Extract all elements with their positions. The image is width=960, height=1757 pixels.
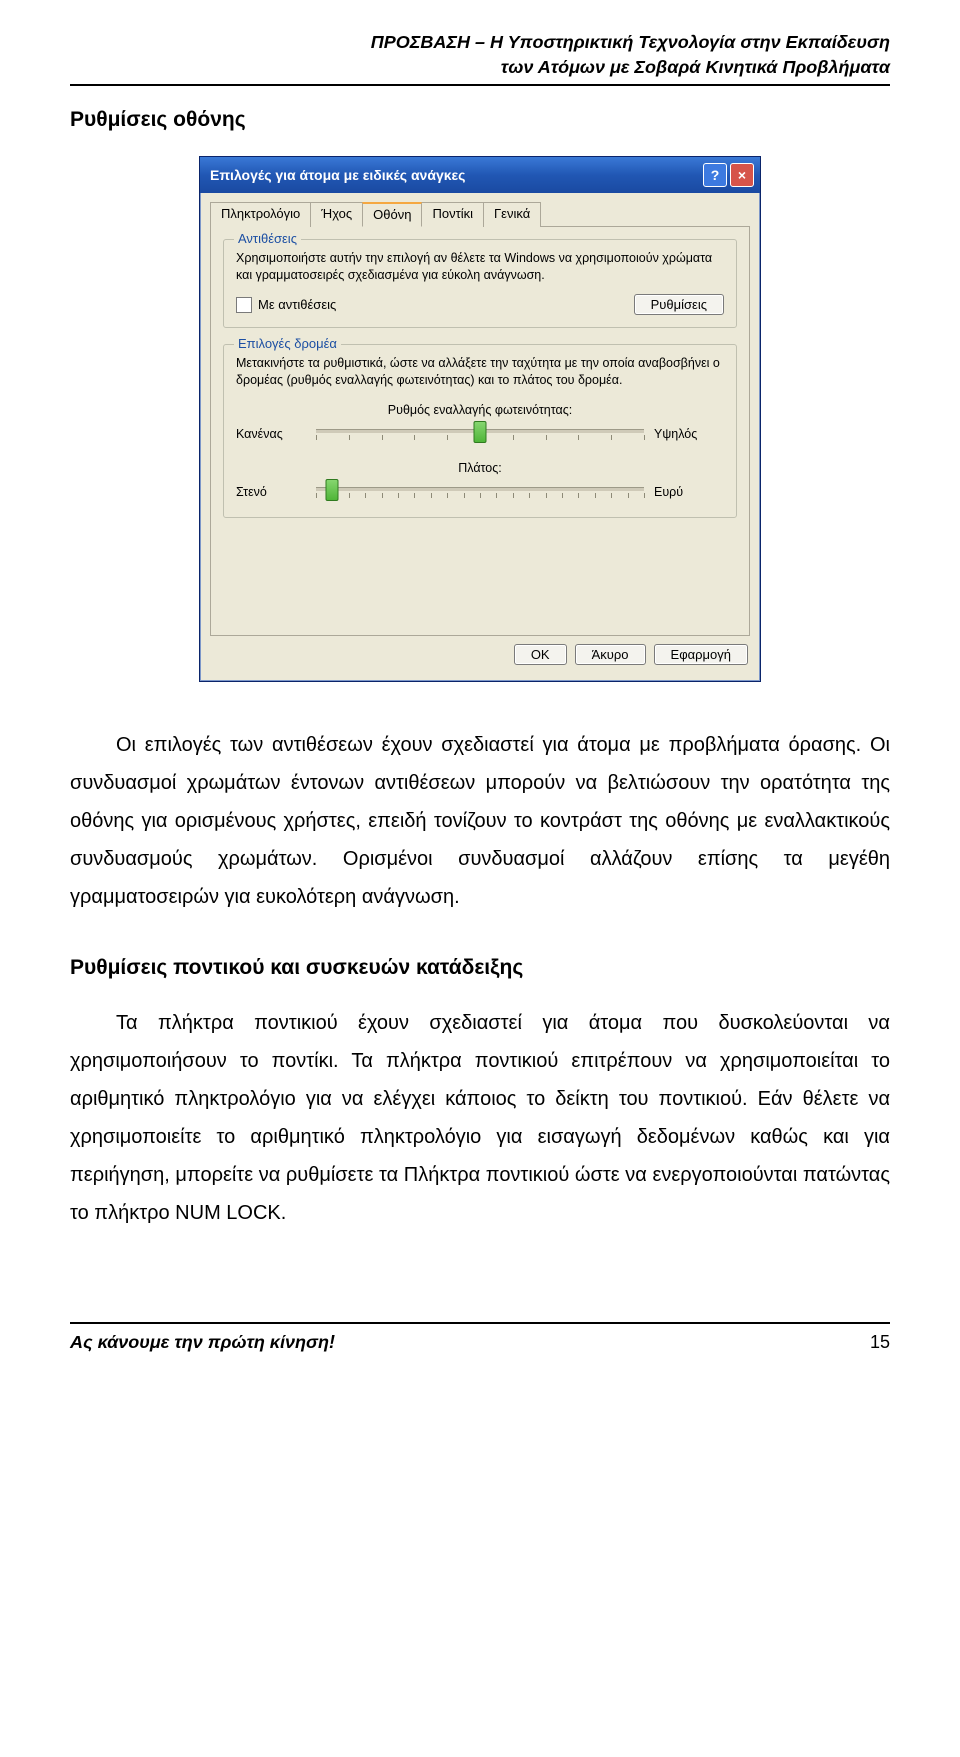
ok-button[interactable]: OK	[514, 644, 567, 665]
slider-thumb-icon[interactable]	[326, 479, 339, 501]
tab-display[interactable]: Οθόνη	[362, 202, 422, 227]
slider2-title: Πλάτος:	[236, 461, 724, 475]
running-header: ΠΡΟΣΒΑΣΗ – Η Υποστηρικτική Τεχνολογία στ…	[70, 30, 890, 80]
slider1-left-label: Κανένας	[236, 427, 306, 441]
section-heading-display-settings: Ρυθμίσεις οθόνης	[70, 108, 890, 132]
section-heading-mouse-settings: Ρυθμίσεις ποντικού και συσκευών κατάδειξ…	[70, 956, 890, 980]
legend-cursor: Επιλογές δρομέα	[234, 336, 341, 351]
groupbox-cursor: Επιλογές δρομέα Μετακινήστε τα ρυθμιστικ…	[223, 344, 737, 518]
cancel-button[interactable]: Άκυρο	[575, 644, 646, 665]
slider1-right-label: Υψηλός	[654, 427, 724, 441]
legend-contrast: Αντιθέσεις	[234, 231, 301, 246]
blink-rate-slider[interactable]	[316, 421, 644, 447]
paragraph-contrast-options: Οι επιλογές των αντιθέσεων έχουν σχεδιασ…	[70, 726, 890, 916]
groupbox-contrast: Αντιθέσεις Χρησιμοποιήστε αυτήν την επιλ…	[223, 239, 737, 328]
accessibility-dialog: Επιλογές για άτομα με ειδικές ανάγκες ? …	[199, 156, 761, 682]
tab-sound[interactable]: Ήχος	[310, 202, 363, 227]
slider2-left-label: Στενό	[236, 485, 306, 499]
checkbox-high-contrast[interactable]	[236, 297, 252, 313]
titlebar[interactable]: Επιλογές για άτομα με ειδικές ανάγκες ? …	[200, 157, 760, 193]
header-rule	[70, 84, 890, 86]
apply-button[interactable]: Εφαρμογή	[654, 644, 748, 665]
slider-thumb-icon[interactable]	[474, 421, 487, 443]
dialog-button-row: OK Άκυρο Εφαρμογή	[210, 636, 750, 671]
contrast-desc: Χρησιμοποιήστε αυτήν την επιλογή αν θέλε…	[236, 250, 724, 284]
header-line1: ΠΡΟΣΒΑΣΗ – Η Υποστηρικτική Τεχνολογία στ…	[70, 30, 890, 55]
tab-keyboard[interactable]: Πληκτρολόγιο	[210, 202, 311, 227]
cursor-desc: Μετακινήστε τα ρυθμιστικά, ώστε να αλλάξ…	[236, 355, 724, 389]
footer-text: Ας κάνουμε την πρώτη κίνηση!	[70, 1332, 335, 1353]
tabs: Πληκτρολόγιο Ήχος Οθόνη Ποντίκι Γενικά	[210, 201, 750, 227]
close-icon[interactable]: ×	[730, 163, 754, 187]
window-title: Επιλογές για άτομα με ειδικές ανάγκες	[210, 167, 700, 183]
tab-general[interactable]: Γενικά	[483, 202, 541, 227]
slider1-title: Ρυθμός εναλλαγής φωτεινότητας:	[236, 403, 724, 417]
slider2-right-label: Ευρύ	[654, 485, 724, 499]
checkbox-label: Με αντιθέσεις	[258, 297, 336, 312]
header-line2: των Ατόμων με Σοβαρά Κινητικά Προβλήματα	[70, 55, 890, 80]
tabpanel-display: Αντιθέσεις Χρησιμοποιήστε αυτήν την επιλ…	[210, 227, 750, 636]
tab-mouse[interactable]: Ποντίκι	[421, 202, 484, 227]
footer-rule	[70, 1322, 890, 1324]
page-number: 15	[870, 1332, 890, 1353]
width-slider[interactable]	[316, 479, 644, 505]
paragraph-mouse-keys: Τα πλήκτρα ποντικιού έχουν σχεδιαστεί γι…	[70, 1004, 890, 1232]
help-icon[interactable]: ?	[703, 163, 727, 187]
settings-button[interactable]: Ρυθμίσεις	[634, 294, 724, 315]
